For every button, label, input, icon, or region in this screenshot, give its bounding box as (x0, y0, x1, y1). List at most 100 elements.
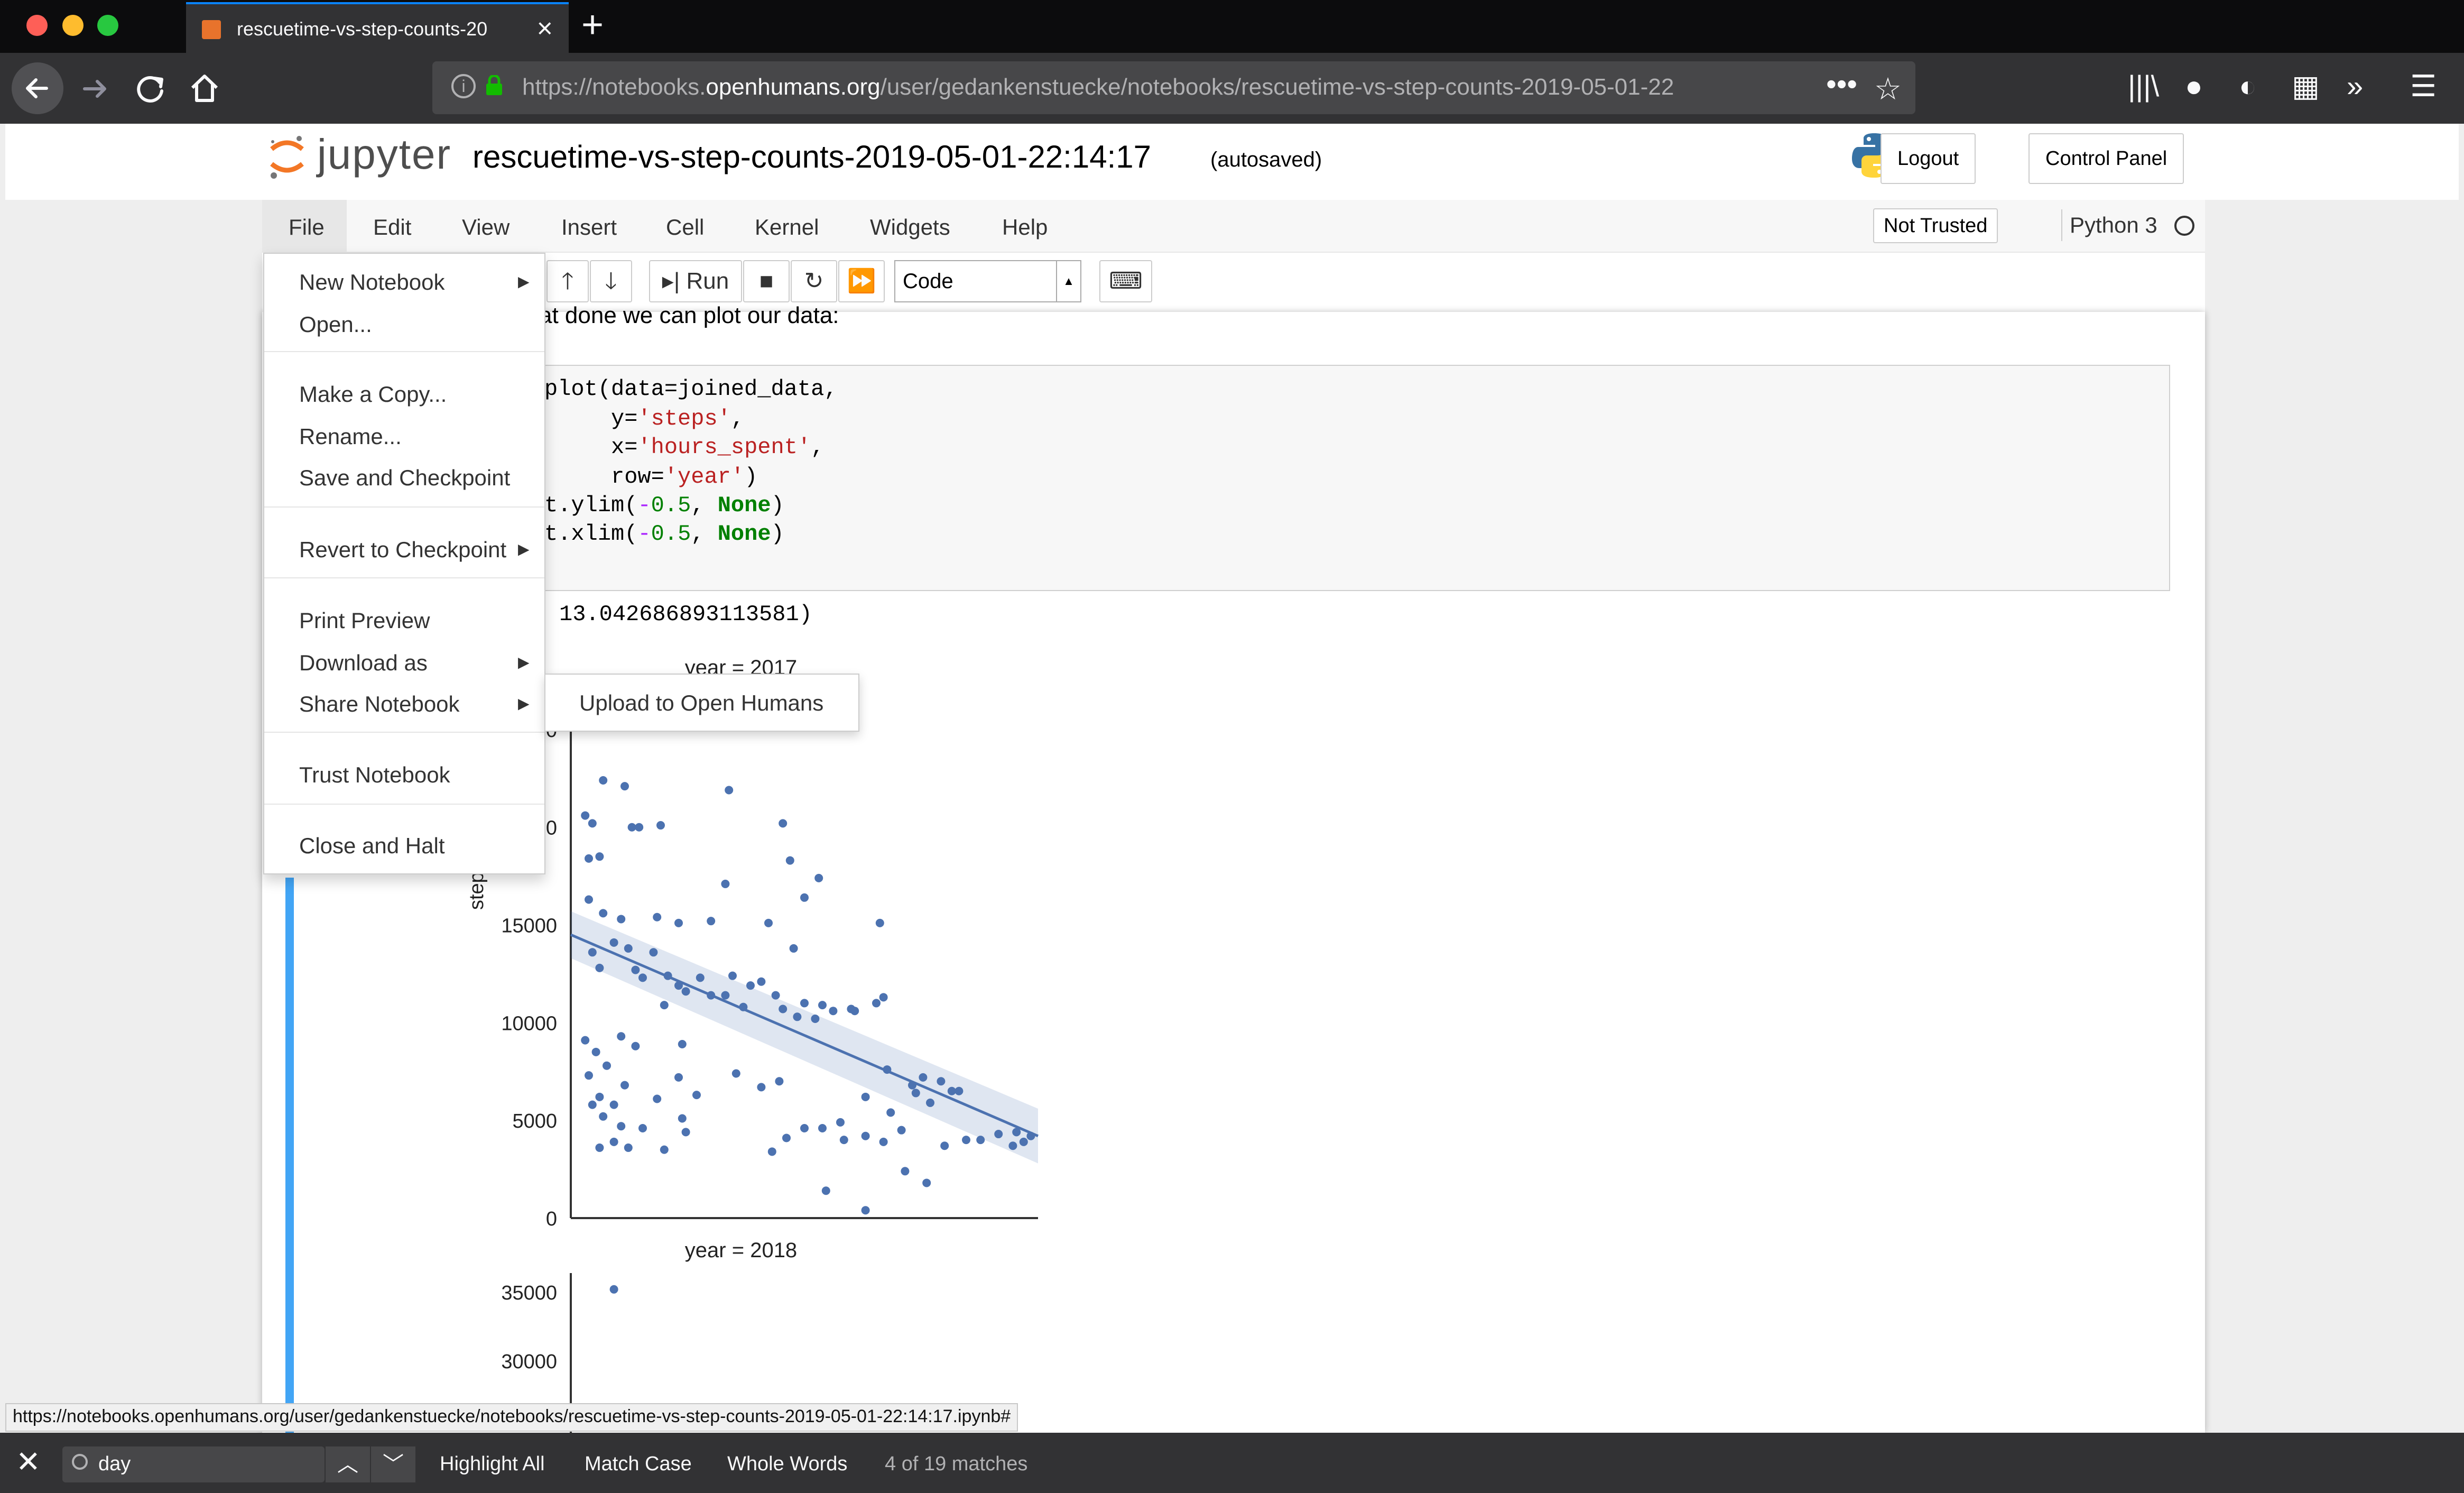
menu-cell[interactable]: Cell (650, 210, 720, 244)
command-palette-button[interactable]: ⌨ (1099, 260, 1152, 302)
move-down-button[interactable]: 🡓 (590, 260, 632, 302)
scatter-point (775, 1077, 784, 1086)
menu-insert[interactable]: Insert (545, 210, 633, 244)
scatter-point (721, 879, 730, 888)
scatter-point (653, 1094, 662, 1103)
find-close-icon[interactable]: ✕ (16, 1444, 41, 1479)
menu-item-new-notebook[interactable]: New Notebook (299, 270, 444, 295)
run-button[interactable]: ▸| Run (649, 260, 742, 302)
reload-icon (137, 76, 163, 103)
url-prefix: https://notebooks. (522, 74, 706, 100)
url-text[interactable]: https://notebooks.openhumans.org/user/ge… (522, 74, 1822, 100)
menu-edit[interactable]: Edit (357, 210, 427, 244)
menu-item-trust-notebook[interactable]: Trust Notebook (299, 762, 450, 788)
tab-close-icon[interactable]: × (537, 13, 553, 44)
menu-kernel[interactable]: Kernel (739, 210, 835, 244)
scatter-point (609, 1285, 618, 1294)
close-window-button[interactable] (26, 15, 48, 36)
menu-item-share-notebook[interactable]: Share Notebook (299, 692, 460, 717)
menu-item-open[interactable]: Open... (299, 312, 372, 337)
scatter-point (635, 823, 644, 832)
extension-grid-icon[interactable]: ▦ (2292, 69, 2320, 104)
find-next-button[interactable]: ﹀ (371, 1446, 415, 1482)
code-punct: , (730, 406, 745, 431)
menu-item-print-preview[interactable]: Print Preview (299, 608, 430, 633)
zoom-window-button[interactable] (97, 15, 118, 36)
whole-words-toggle[interactable]: Whole Words (727, 1453, 847, 1476)
menu-item-download-as[interactable]: Download as (299, 650, 428, 676)
not-trusted-indicator[interactable]: Not Trusted (1873, 208, 1998, 243)
scatter-point (919, 1073, 928, 1082)
browser-tab[interactable]: rescuetime-vs-step-counts-20 × (186, 2, 569, 53)
extension-clock-icon[interactable]: ◐ (2239, 69, 2257, 103)
home-button[interactable] (187, 71, 222, 108)
library-icon[interactable]: |||\ (2128, 69, 2159, 103)
menu-item-revert-checkpoint[interactable]: Revert to Checkpoint (299, 537, 506, 563)
keyboard-icon: ⌨ (1109, 268, 1143, 294)
kernel-name[interactable]: Python 3 (2070, 213, 2157, 238)
reload-button[interactable] (133, 71, 168, 108)
notebook-name[interactable]: rescuetime-vs-step-counts-2019-05-01-22:… (473, 139, 1151, 175)
scatter-point (663, 971, 672, 980)
logout-button[interactable]: Logout (1881, 133, 1976, 184)
page-actions-icon[interactable]: ••• (1826, 67, 1857, 101)
restart-button[interactable]: ↻ (791, 260, 837, 302)
secure-lock-icon[interactable] (485, 74, 503, 96)
menu-widgets[interactable]: Widgets (854, 210, 966, 244)
submenu-caret-icon: ▶ (518, 541, 530, 557)
find-query: day (98, 1453, 131, 1475)
scatter-point (631, 965, 640, 974)
menu-item-close-halt[interactable]: Close and Halt (299, 833, 444, 859)
scatter-point (581, 811, 590, 820)
scatter-point (861, 1131, 870, 1140)
scatter-point (901, 1167, 910, 1176)
move-up-button[interactable]: 🡑 (546, 260, 589, 302)
scatter-point (1008, 1141, 1017, 1150)
scatter-point (585, 895, 593, 904)
file-menu-dropdown: New Notebook ▶ Open... Make a Copy... Re… (263, 253, 545, 874)
restart-run-all-button[interactable]: ⏩ (838, 260, 885, 302)
scatter-point (674, 1073, 683, 1082)
scatter-point (947, 1086, 956, 1095)
interrupt-button[interactable]: ■ (743, 260, 790, 302)
menu-item-rename[interactable]: Rename... (299, 424, 402, 449)
scatter-point (1019, 1137, 1028, 1146)
match-case-toggle[interactable]: Match Case (585, 1453, 692, 1476)
hamburger-menu-icon[interactable]: ☰ (2410, 69, 2437, 104)
code-number: 0.5 (651, 521, 691, 547)
menu-file[interactable]: File (273, 210, 340, 244)
menu-help[interactable]: Help (986, 210, 1063, 244)
overflow-chevron-icon[interactable]: » (2347, 69, 2363, 103)
new-tab-icon[interactable]: + (581, 3, 604, 47)
forward-button[interactable] (78, 72, 112, 108)
scatter-point (696, 973, 705, 982)
control-panel-button[interactable]: Control Panel (2028, 133, 2184, 184)
scatter-point (603, 1061, 611, 1070)
highlight-all-toggle[interactable]: Highlight All (440, 1453, 545, 1476)
find-previous-button[interactable]: ︿ (326, 1446, 370, 1482)
menu-view[interactable]: View (446, 210, 525, 244)
cell-type-select[interactable]: Code ▲ (894, 260, 1081, 302)
scatter-point (757, 977, 766, 986)
arrow-up-icon: 🡑 (561, 268, 574, 294)
find-input[interactable]: day (62, 1446, 325, 1482)
jupyter-logo-text[interactable]: jupyter (317, 130, 451, 179)
scatter-point (739, 1002, 748, 1011)
menu-item-make-copy[interactable]: Make a Copy... (299, 382, 447, 407)
restart-icon: ↻ (804, 268, 824, 294)
cell-type-value: Code (903, 270, 953, 293)
scatter-point (617, 1032, 626, 1041)
site-info-icon[interactable]: i (451, 74, 476, 98)
scatter-point (595, 1092, 604, 1101)
scatter-point (678, 1040, 687, 1049)
back-button[interactable] (12, 62, 63, 114)
menu-item-save-checkpoint[interactable]: Save and Checkpoint (299, 465, 510, 491)
menu-item-upload-open-humans[interactable]: Upload to Open Humans (579, 690, 823, 716)
jupyter-logo-icon[interactable] (268, 133, 305, 181)
address-bar[interactable]: i https://notebooks.openhumans.org/user/… (432, 61, 1915, 114)
extension-i-icon[interactable]: ● (2185, 69, 2203, 103)
code-line-1: plot(data=joined_data, (544, 376, 838, 402)
bookmark-star-icon[interactable]: ☆ (1874, 71, 1902, 107)
code-operator: - (637, 493, 651, 518)
minimize-window-button[interactable] (62, 15, 84, 36)
